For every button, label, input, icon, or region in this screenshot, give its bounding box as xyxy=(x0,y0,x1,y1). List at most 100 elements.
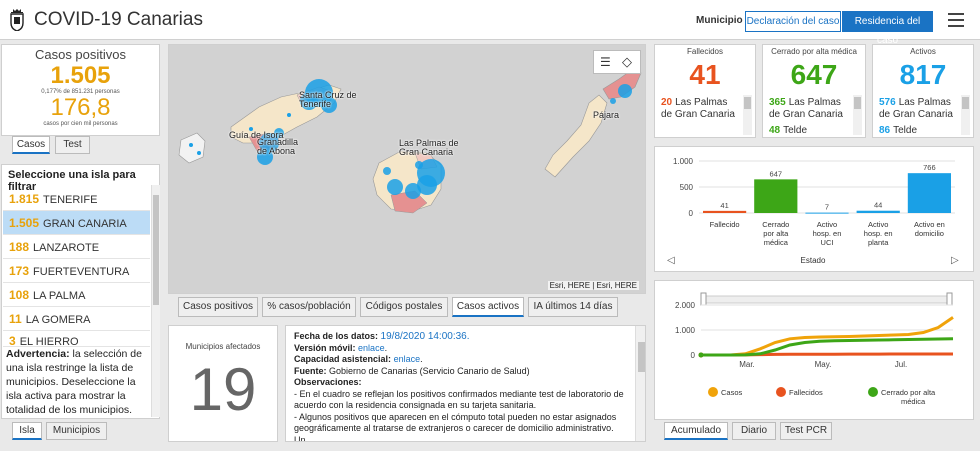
island-item-tenerife[interactable]: 1.815 TENERIFE xyxy=(3,187,150,211)
tab-municipios[interactable]: Municipios xyxy=(46,422,107,440)
declaracion-caso-button[interactable]: Declaración del caso xyxy=(745,11,841,32)
x-tick-label: hosp. en xyxy=(864,229,893,238)
x-tick-label: por alta xyxy=(763,229,789,238)
movil-link[interactable]: enlace xyxy=(358,343,385,353)
tab-porcentaje-casos[interactable]: % casos/población xyxy=(262,297,356,317)
municipios-title: Municipios afectados xyxy=(185,342,261,351)
app-header: COVID-19 Canarias Municipio Declaración … xyxy=(0,0,980,46)
fecha-label: Fecha de los datos: xyxy=(294,331,379,341)
cerrado-title: Cerrado por alta médica xyxy=(771,47,857,56)
activos-value: 817 xyxy=(899,59,947,90)
fuerteventura-shape xyxy=(544,94,608,178)
activos-title: Activos xyxy=(910,47,936,56)
fallecidos-row: 20 Las Palmas de Gran Canaria xyxy=(661,97,737,121)
island-name: GRAN CANARIA xyxy=(43,218,127,230)
card-scrollbar[interactable] xyxy=(961,95,970,135)
casos-title: Casos positivos xyxy=(34,47,127,62)
tab-ia-14-dias[interactable]: IA últimos 14 días xyxy=(528,297,618,317)
map-toolbar: ☰ ◇ xyxy=(593,50,641,74)
map-label-santa-cruz: Santa Cruz de Tenerife xyxy=(299,90,357,109)
legend-label: médica xyxy=(901,397,926,406)
island-name: LA GOMERA xyxy=(25,314,91,326)
series-start-point xyxy=(698,352,704,358)
range-slider-track xyxy=(702,295,952,304)
row-count: 365 xyxy=(769,97,786,108)
info-panel: Fecha de los datos: 19/8/2020 14:00:36. … xyxy=(285,325,646,442)
scrollbar-thumb[interactable] xyxy=(153,195,159,305)
casos-value: 1.505 xyxy=(50,62,111,89)
range-slider-left-handle xyxy=(700,292,707,306)
bar xyxy=(856,210,900,213)
bar xyxy=(703,210,747,213)
row-name: Telde xyxy=(893,125,918,136)
x-tick-label: May. xyxy=(815,360,832,369)
island-list-scrollbar[interactable] xyxy=(151,185,160,417)
y-tick-label: 1.000 xyxy=(675,326,696,335)
warning-label: Advertencia: xyxy=(6,348,70,360)
casos-rate-text: casos por cien mil personas xyxy=(43,121,118,127)
row-count: 576 xyxy=(879,97,896,108)
island-item-lanzarote[interactable]: 188 LANZAROTE xyxy=(3,235,150,259)
island-count: 188 xyxy=(9,240,30,254)
cerrado-row: 48 Telde xyxy=(769,125,845,137)
activos-row: 86 Telde xyxy=(879,125,955,137)
tab-acumulado[interactable]: Acumulado xyxy=(664,422,728,440)
x-tick-label: Activo xyxy=(817,220,837,229)
bar-value-label: 41 xyxy=(720,201,728,210)
bar-value-label: 7 xyxy=(825,203,829,212)
island-count: 173 xyxy=(9,264,30,278)
card-scrollbar[interactable] xyxy=(853,95,862,135)
island-item-la-palma[interactable]: 108 LA PALMA xyxy=(3,283,150,307)
x-tick-label: Jul. xyxy=(895,360,907,369)
capacidad-link[interactable]: enlace xyxy=(394,354,421,364)
capacidad-label: Capacidad asistencial: xyxy=(294,354,392,364)
tab-casos-activos[interactable]: Casos activos xyxy=(452,297,524,317)
y-tick-label: 0 xyxy=(691,351,696,360)
island-count: 1.815 xyxy=(9,192,40,206)
fallecidos-card: Fallecidos 41 20 Las Palmas de Gran Canar… xyxy=(654,44,756,138)
observacion-2: - Algunos positivos que aparecen en el c… xyxy=(294,411,617,442)
tab-casos[interactable]: Casos xyxy=(12,136,50,154)
row-count: 48 xyxy=(769,125,781,136)
tab-diario[interactable]: Diario xyxy=(732,422,776,440)
island-item-gran-canaria[interactable]: 1.505 GRAN CANARIA xyxy=(3,211,150,235)
scrollbar-thumb[interactable] xyxy=(638,342,645,372)
tab-test-pcr[interactable]: Test PCR xyxy=(780,422,832,440)
canary-islands-map[interactable] xyxy=(169,45,646,294)
bar-value-label: 766 xyxy=(923,163,936,172)
info-scrollbar[interactable] xyxy=(635,326,645,441)
row-name: Las Palmas de Gran Canaria xyxy=(661,97,735,120)
island-item-el-hierro[interactable]: 3 EL HIERRO xyxy=(3,331,150,347)
fallecidos-title: Fallecidos xyxy=(686,47,723,56)
layers-icon[interactable]: ◇ xyxy=(622,54,632,70)
activos-card: Activos 817 576 Las Palmas de Gran Canari… xyxy=(872,44,974,138)
island-item-fuerteventura[interactable]: 173 FUERTEVENTURA xyxy=(3,259,150,283)
legend-marker xyxy=(776,387,786,397)
legend-label: Casos xyxy=(721,388,743,397)
tab-isla[interactable]: Isla xyxy=(12,422,42,440)
map-label-las-palmas: Las Palmas de Gran Canaria xyxy=(399,138,459,157)
island-item-la-gomera[interactable]: 11 LA GOMERA xyxy=(3,307,150,331)
island-name: LANZAROTE xyxy=(33,242,100,254)
map-view[interactable]: ☰ ◇ Santa Cruz de Tenerife Guía de Isora… xyxy=(168,44,646,294)
legend-marker xyxy=(708,387,718,397)
tab-casos-positivos[interactable]: Casos positivos xyxy=(178,297,258,317)
scroll-left-icon: ◁ xyxy=(667,255,675,266)
map-label-granadilla: Granadilla de Abona xyxy=(257,137,299,156)
x-tick-label: hosp. en xyxy=(813,229,842,238)
legend-list-icon[interactable]: ☰ xyxy=(600,55,611,69)
map-attribution: Esri, HERE | Esri, HERE xyxy=(547,281,639,290)
residencia-caso-button[interactable]: Residencia del caso xyxy=(842,11,933,46)
fuente-label: Fuente: xyxy=(294,365,327,376)
fecha-value: 19/8/2020 14:00:36. xyxy=(380,331,470,342)
tab-test[interactable]: Test xyxy=(55,136,90,154)
y-tick-label: 1.000 xyxy=(673,157,694,166)
x-axis-title: Estado xyxy=(801,256,826,265)
island-name: EL HIERRO xyxy=(19,336,79,347)
island-count: 11 xyxy=(9,312,22,326)
hamburger-menu-icon[interactable] xyxy=(948,13,964,27)
bar xyxy=(754,179,798,213)
island-count: 3 xyxy=(9,334,16,347)
card-scrollbar[interactable] xyxy=(743,95,752,135)
tab-codigos-postales[interactable]: Códigos postales xyxy=(360,297,448,317)
